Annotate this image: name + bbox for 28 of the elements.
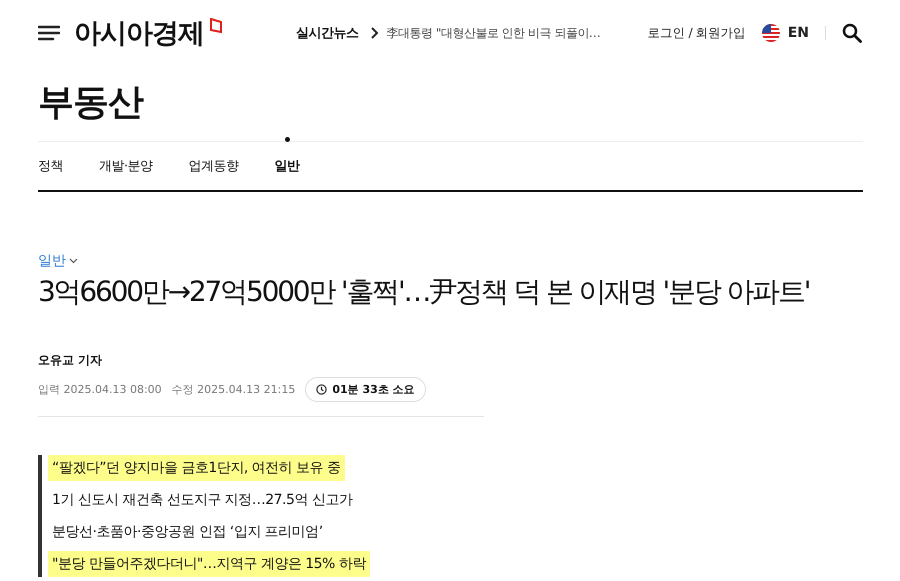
article-headline: 3억6600만→27억5000만 '훌쩍'…尹정책 덕 본 이재명 '분당 아파트' — [38, 274, 810, 310]
section-tab[interactable]: 개발·분양 — [99, 157, 153, 175]
subheadline: 1기 신도시 재건축 선도지구 지정…27.5억 신고가 — [51, 491, 354, 510]
flag-icon — [762, 24, 780, 42]
subheadline: "분당 만들어주겠다더니"…지역구 계양은 15% 하락 — [48, 551, 370, 577]
live-news-headline[interactable]: 李대통령 "대형산불로 인한 비극 되풀이… — [386, 24, 600, 42]
menu-icon[interactable] — [38, 25, 60, 41]
login-link[interactable]: 로그인 / 회원가입 — [648, 24, 746, 42]
author-name: 오유교 기자 — [38, 352, 104, 369]
category-link[interactable]: 일반 — [38, 252, 78, 270]
subheadline: 분당선·초품아·중앙공원 인접 ‘입지 프리미엄’ — [51, 523, 324, 542]
section-tab[interactable]: 업계동향 — [188, 157, 239, 175]
search-icon[interactable] — [842, 23, 862, 43]
edit-date: 수정 2025.04.13 21:15 — [172, 382, 296, 397]
logo[interactable]: 아시아경제 — [74, 15, 204, 51]
section-title: 부동산 — [38, 81, 144, 125]
logo-mark-icon — [210, 18, 222, 34]
section-tab[interactable]: 정책 — [38, 157, 63, 175]
chevron-right-icon — [370, 27, 378, 39]
input-date: 입력 2025.04.13 08:00 — [38, 382, 162, 397]
live-news-label: 실시간뉴스 — [296, 25, 358, 42]
chevron-down-icon — [69, 258, 78, 264]
clock-icon — [316, 384, 328, 395]
read-time: 01분 33초 소요 — [332, 382, 415, 397]
subheadline: “팔겠다”던 양지마을 금호1단지, 여전히 보유 중 — [48, 455, 345, 481]
section-tab[interactable]: 일반 — [274, 157, 300, 175]
language-link[interactable]: EN — [788, 25, 809, 41]
active-tab-dot — [284, 137, 290, 142]
